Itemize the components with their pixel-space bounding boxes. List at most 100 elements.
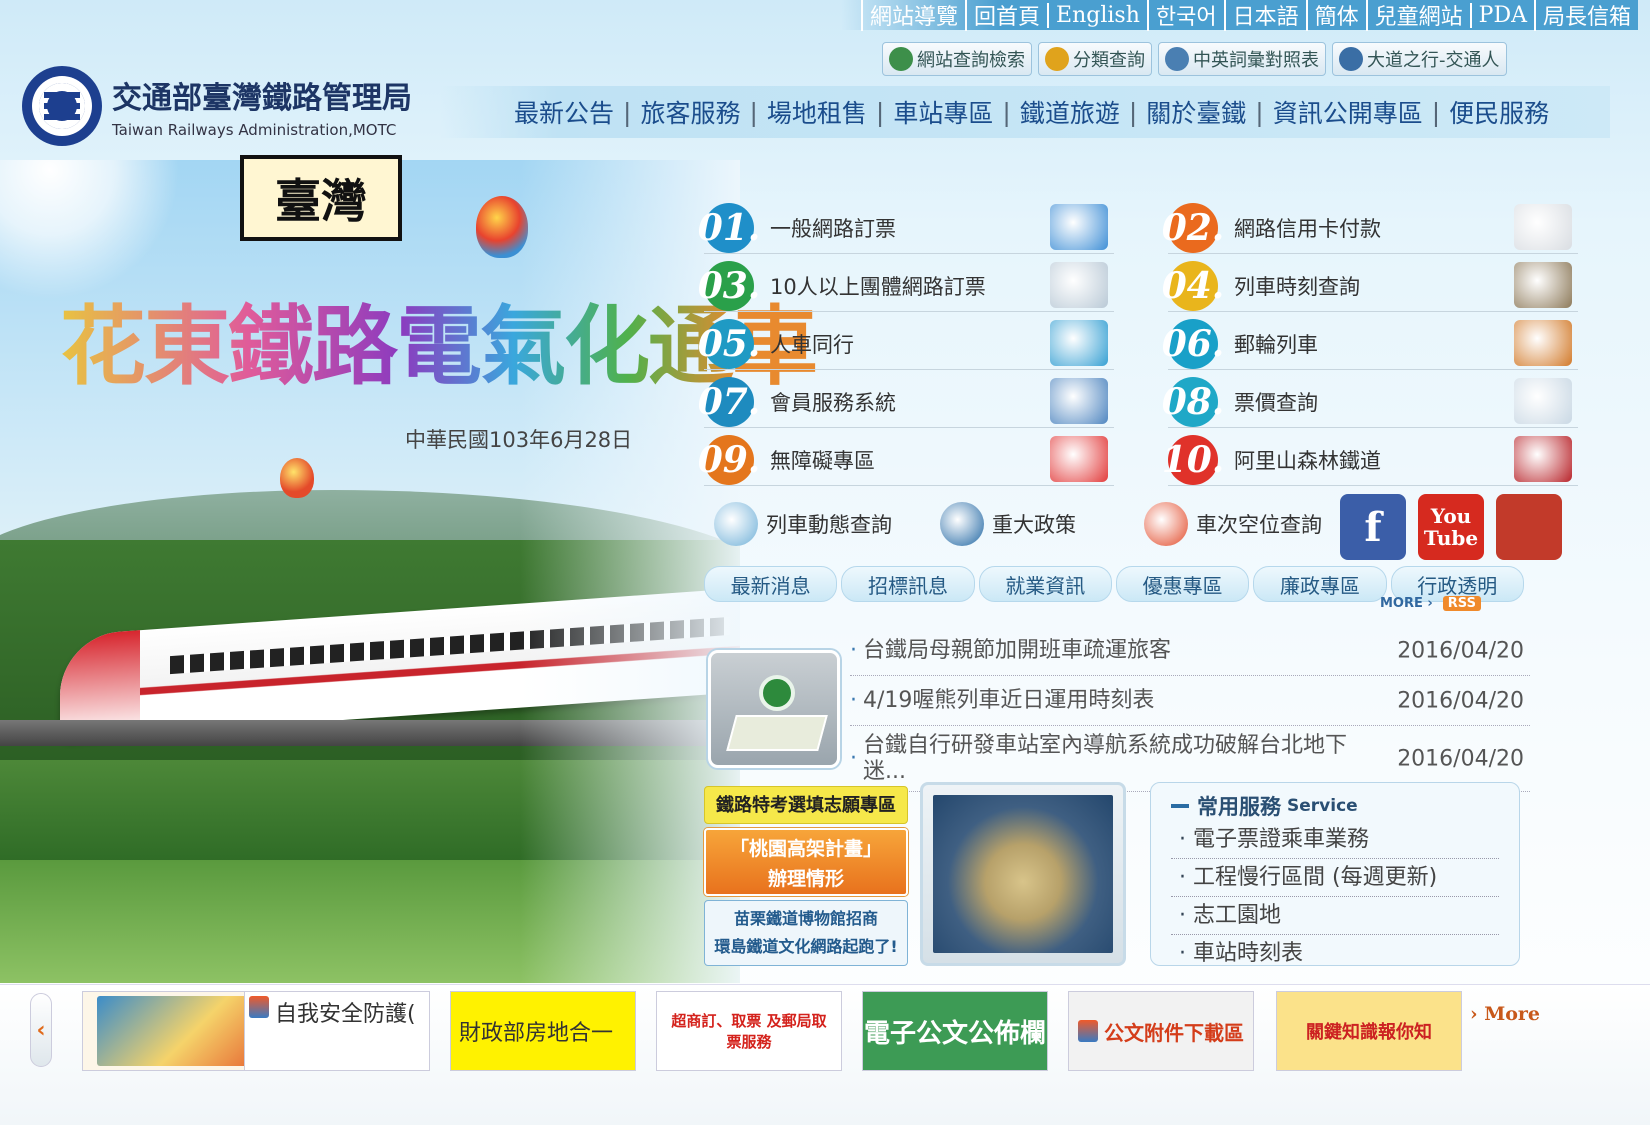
- nav-item[interactable]: 最新公告: [514, 94, 614, 130]
- quick-clock[interactable]: 列車動態查詢: [714, 502, 892, 546]
- banner-strip: ‹ 自我安全防護( 財政部房地合一 超商訂、取票 及郵局取票服務 電子公文公佈欄 公文附…: [0, 984, 1650, 1125]
- promo-taoyuan[interactable]: 「桃園高架計畫」 辦理情形: [704, 828, 908, 896]
- service-label: 無障礙專區: [770, 448, 875, 473]
- tab-2[interactable]: 就業資訊: [978, 566, 1112, 602]
- news-date: 2016/04/20: [1397, 638, 1524, 663]
- news-thumbnail[interactable]: [708, 650, 840, 768]
- nav-item[interactable]: 便民服務: [1449, 94, 1549, 130]
- tool-glossary[interactable]: 中英詞彙對照表: [1158, 42, 1326, 76]
- site-logo[interactable]: 交通部臺灣鐵路管理局 Taiwan Railways Administratio…: [22, 66, 412, 146]
- nav-item[interactable]: 車站專區: [893, 94, 993, 130]
- top-link[interactable]: 日本語: [1223, 0, 1306, 31]
- quick-label: 車次空位查詢: [1196, 513, 1322, 537]
- taiwan-tag: 臺灣: [240, 155, 402, 241]
- banner-5[interactable]: 電子公文公佈欄: [862, 991, 1048, 1071]
- service-10[interactable]: 10. 阿里山森林鐵道: [1162, 434, 1578, 486]
- service-04[interactable]: 04. 列車時刻查詢: [1162, 260, 1578, 312]
- download-icon: [1078, 1020, 1098, 1042]
- service-number: 03.: [698, 260, 760, 311]
- service-05[interactable]: 05. 人車同行: [698, 318, 1114, 370]
- service-label: 一般網路訂票: [770, 216, 896, 241]
- service-08[interactable]: 08. 票價查詢: [1162, 376, 1578, 428]
- common-service-item[interactable]: 車站時刻表: [1171, 935, 1499, 965]
- news-title[interactable]: 台鐵局母親節加開班車疏運旅客: [863, 638, 1383, 664]
- service-03[interactable]: 03. 10人以上團體網路訂票: [698, 260, 1114, 312]
- tab-0[interactable]: 最新消息: [704, 566, 838, 602]
- common-services-title: 常用服務 Service: [1171, 791, 1499, 821]
- news-item[interactable]: · 4/19喔熊列車近日運用時刻表 2016/04/20: [850, 676, 1530, 726]
- news-item[interactable]: · 台鐵局母親節加開班車疏運旅客 2016/04/20: [850, 626, 1530, 676]
- top-link[interactable]: PDA: [1469, 2, 1534, 28]
- logo-name-en: Taiwan Railways Administration,MOTC: [112, 121, 397, 139]
- video-panel[interactable]: [920, 782, 1126, 966]
- banner-1[interactable]: [82, 991, 268, 1071]
- more-banners-link[interactable]: › More: [1470, 1003, 1540, 1025]
- prev-arrow-icon[interactable]: ‹: [30, 993, 52, 1067]
- promo-exam[interactable]: 鐵路特考選填志願專區: [704, 786, 908, 824]
- nav-separator: |: [1431, 97, 1441, 127]
- top-link[interactable]: 回首頁: [965, 0, 1047, 31]
- calendar-icon: [1144, 502, 1188, 546]
- nav-separator: |: [1255, 97, 1264, 127]
- app-icon[interactable]: [1496, 494, 1562, 560]
- service-01[interactable]: 01. 一般網路訂票: [698, 202, 1114, 254]
- top-link[interactable]: 兒童網站: [1365, 0, 1470, 31]
- common-service-item[interactable]: 志工園地: [1171, 897, 1499, 935]
- tool-people[interactable]: 大道之行-交通人: [1332, 42, 1507, 76]
- tab-3[interactable]: 優惠專區: [1115, 566, 1250, 602]
- more-link[interactable]: MORE: [1380, 596, 1423, 611]
- banner-label: 超商訂、取票 及郵局取票服務: [671, 1012, 827, 1051]
- quick-label: 重大政策: [992, 513, 1076, 537]
- banner-label: 財政部房地合一: [459, 1021, 614, 1046]
- tool-classify[interactable]: 分類查詢: [1038, 42, 1152, 76]
- service-02[interactable]: 02. 網路信用卡付款: [1162, 202, 1578, 254]
- youtube-icon[interactable]: You Tube: [1418, 494, 1484, 560]
- bullet-icon: ·: [850, 638, 857, 663]
- alishan-train-icon: [1514, 436, 1572, 482]
- nav-item[interactable]: 旅客服務: [640, 94, 740, 130]
- top-link[interactable]: 簡体: [1305, 0, 1366, 31]
- service-09[interactable]: 09. 無障礙專區: [698, 434, 1114, 486]
- service-07[interactable]: 07. 會員服務系統: [698, 376, 1114, 428]
- nav-item[interactable]: 關於臺鐵: [1146, 94, 1246, 130]
- service-number: 01.: [698, 202, 760, 253]
- nav-item[interactable]: 鐵道旅遊: [1020, 94, 1120, 130]
- banner-3[interactable]: 財政部房地合一: [450, 991, 636, 1071]
- top-link[interactable]: English: [1047, 2, 1147, 28]
- common-services-title-en: Service: [1287, 796, 1358, 816]
- banner-4[interactable]: 超商訂、取票 及郵局取票服務: [656, 991, 842, 1071]
- tab-4[interactable]: 廉政專區: [1253, 566, 1387, 602]
- service-number: 09.: [698, 434, 760, 485]
- banner-6[interactable]: 公文附件下載區: [1068, 991, 1254, 1071]
- service-label: 10人以上團體網路訂票: [770, 274, 986, 299]
- glossary-icon: [1165, 47, 1189, 71]
- top-link[interactable]: 局長信箱: [1533, 0, 1638, 31]
- quick-calendar[interactable]: 車次空位查詢: [1144, 502, 1322, 546]
- nav-item[interactable]: 資訊公開專區: [1273, 94, 1423, 130]
- online-booking-icon: [1050, 204, 1108, 250]
- logo-name-zh: 交通部臺灣鐵路管理局: [112, 81, 412, 116]
- nav-item[interactable]: 場地租售: [767, 94, 867, 130]
- more-rss[interactable]: MORE › RSS: [1380, 596, 1481, 611]
- promo-museum[interactable]: 苗栗鐵道博物館招商 環島鐵道文化網路起跑了!: [704, 900, 908, 966]
- quick-links: 列車動態查詢 重大政策 車次空位查詢 f You Tube: [708, 494, 1568, 564]
- common-service-item[interactable]: 工程慢行區間 (每週更新): [1171, 859, 1499, 897]
- service-label: 人車同行: [770, 332, 854, 357]
- civil-service-banner: [97, 996, 247, 1066]
- quick-bus[interactable]: 重大政策: [940, 502, 1076, 546]
- laptop-icon: [1050, 262, 1108, 308]
- news-title[interactable]: 4/19喔熊列車近日運用時刻表: [863, 688, 1383, 714]
- nav-separator: |: [623, 97, 632, 127]
- news-title[interactable]: 台鐵自行研發車站室內導航系統成功破解台北地下迷...: [863, 733, 1383, 785]
- service-06[interactable]: 06. 郵輪列車: [1162, 318, 1578, 370]
- facebook-icon[interactable]: f: [1340, 494, 1406, 560]
- top-link[interactable]: 網站導覽: [860, 0, 965, 31]
- tab-1[interactable]: 招標訊息: [841, 566, 975, 602]
- banner-7[interactable]: 關鍵知識報你知: [1276, 991, 1462, 1071]
- top-link[interactable]: 한국어: [1146, 0, 1224, 31]
- nav-separator: |: [1128, 97, 1138, 127]
- common-service-item[interactable]: 電子票證乘車業務: [1171, 821, 1499, 859]
- rss-link[interactable]: RSS: [1442, 596, 1481, 611]
- tool-globe-search[interactable]: 網站查詢檢索: [882, 42, 1032, 76]
- banner-2[interactable]: 自我安全防護(: [244, 991, 430, 1071]
